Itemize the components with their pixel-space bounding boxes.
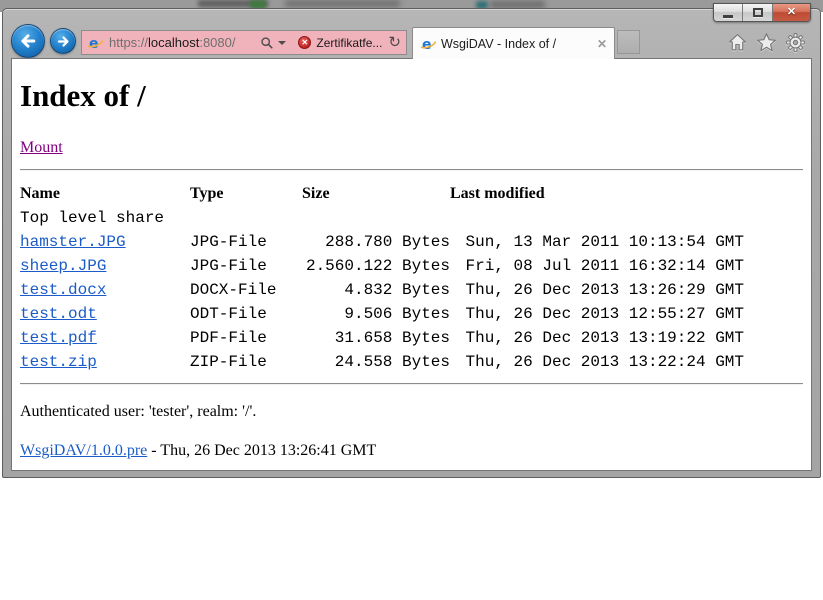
maximize-button[interactable]: [743, 4, 773, 21]
certificate-error-icon: ✕: [298, 36, 311, 49]
file-row: sheep.JPG JPG-File 2.560.122 Bytes Fri, …: [20, 254, 744, 278]
file-row: test.zip ZIP-File 24.558 Bytes Thu, 26 D…: [20, 350, 744, 374]
window-close-icon: ✕: [787, 4, 796, 21]
search-icon[interactable]: [260, 36, 274, 50]
ie-logo-icon: e: [87, 35, 103, 51]
refresh-icon[interactable]: ↻: [388, 35, 401, 50]
file-type: JPG-File: [190, 254, 302, 278]
browser-toolbar: [727, 32, 806, 53]
file-link[interactable]: sheep.JPG: [20, 257, 106, 275]
wsgidav-index-page: Index of / Mount Name Type Size Last mod…: [12, 77, 811, 460]
share-note: Top level share: [20, 206, 744, 230]
file-size: 4.832 Bytes: [302, 278, 450, 302]
file-type: JPG-File: [190, 230, 302, 254]
forward-button[interactable]: [50, 28, 76, 54]
server-timestamp: - Thu, 26 Dec 2013 13:26:41 GMT: [147, 442, 376, 459]
share-note-row: Top level share: [20, 206, 744, 230]
auth-status: Authenticated user: 'tester', realm: '/'…: [20, 402, 803, 421]
column-header-size: Size: [302, 182, 450, 206]
arrow-right-icon: [55, 33, 72, 50]
desktop-smudge: [490, 1, 545, 8]
file-modified: Thu, 26 Dec 2013 13:19:22 GMT: [450, 326, 744, 350]
minimize-button[interactable]: [714, 4, 743, 21]
file-type: DOCX-File: [190, 278, 302, 302]
url-port-path: :8080/: [199, 35, 235, 50]
file-link[interactable]: test.zip: [20, 353, 97, 371]
address-bar-actions: ✕ Zertifikatfe... ↻: [260, 35, 401, 50]
file-modified: Fri, 08 Jul 2011 16:32:14 GMT: [450, 254, 744, 278]
certificate-error-button[interactable]: ✕ Zertifikatfe...: [298, 36, 382, 50]
file-modified: Thu, 26 Dec 2013 13:22:24 GMT: [450, 350, 744, 374]
file-table-header-row: Name Type Size Last modified: [20, 182, 744, 206]
file-link[interactable]: test.pdf: [20, 329, 97, 347]
file-row: test.pdf PDF-File 31.658 Bytes Thu, 26 D…: [20, 326, 744, 350]
ie-logo-icon: e: [420, 36, 436, 52]
file-modified: Thu, 26 Dec 2013 13:26:29 GMT: [450, 278, 744, 302]
url-host: localhost: [148, 35, 199, 50]
file-link[interactable]: test.odt: [20, 305, 97, 323]
file-table-body: Top level share hamster.JPG JPG-File 288…: [20, 206, 744, 374]
search-dropdown-caret-icon[interactable]: [278, 41, 286, 45]
page-title: Index of /: [20, 77, 803, 115]
certificate-error-x: ✕: [302, 39, 309, 47]
file-row: hamster.JPG JPG-File 288.780 Bytes Sun, …: [20, 230, 744, 254]
new-tab-button[interactable]: [617, 30, 640, 54]
minimize-icon: [723, 15, 733, 18]
favorites-star-icon[interactable]: [756, 32, 777, 53]
file-table: Name Type Size Last modified Top level s…: [20, 182, 744, 374]
file-size: 288.780 Bytes: [302, 230, 450, 254]
file-size: 9.506 Bytes: [302, 302, 450, 326]
window-controls: ✕: [713, 3, 811, 22]
home-icon[interactable]: [727, 32, 748, 53]
file-type: ODT-File: [190, 302, 302, 326]
svg-text:e: e: [422, 37, 432, 52]
svg-text:e: e: [89, 36, 99, 51]
back-button[interactable]: [11, 24, 45, 58]
browser-window: ✕ e https://localhost:8080/: [2, 8, 821, 478]
browser-tab[interactable]: e WsgiDAV - Index of / ✕: [412, 27, 615, 59]
tab-title: WsgiDAV - Index of /: [441, 37, 597, 51]
mount-link[interactable]: Mount: [20, 139, 63, 156]
tab-close-icon[interactable]: ✕: [597, 37, 607, 51]
column-header-name: Name: [20, 182, 190, 206]
file-size: 31.658 Bytes: [302, 326, 450, 350]
divider-bottom: [20, 383, 803, 385]
window-close-button[interactable]: ✕: [773, 4, 810, 21]
file-modified: Thu, 26 Dec 2013 12:55:27 GMT: [450, 302, 744, 326]
maximize-icon: [753, 8, 763, 17]
file-type: ZIP-File: [190, 350, 302, 374]
file-type: PDF-File: [190, 326, 302, 350]
file-link[interactable]: hamster.JPG: [20, 233, 126, 251]
file-row: test.docx DOCX-File 4.832 Bytes Thu, 26 …: [20, 278, 744, 302]
file-link[interactable]: test.docx: [20, 281, 106, 299]
file-size: 24.558 Bytes: [302, 350, 450, 374]
column-header-modified: Last modified: [450, 182, 744, 206]
wsgidav-version-link[interactable]: WsgiDAV/1.0.0.pre: [20, 442, 147, 459]
arrow-left-icon: [17, 30, 39, 52]
screenshot-canvas: ✕ e https://localhost:8080/: [0, 0, 823, 600]
mount-line: Mount: [20, 138, 803, 157]
browser-viewport: Index of / Mount Name Type Size Last mod…: [11, 58, 812, 471]
file-size: 2.560.122 Bytes: [302, 254, 450, 278]
address-bar[interactable]: e https://localhost:8080/ ✕ Zertifikatfe…: [81, 30, 407, 55]
url-scheme: https://: [109, 35, 148, 50]
file-row: test.odt ODT-File 9.506 Bytes Thu, 26 De…: [20, 302, 744, 326]
settings-gear-icon[interactable]: [785, 32, 806, 53]
server-signature: WsgiDAV/1.0.0.pre - Thu, 26 Dec 2013 13:…: [20, 441, 803, 460]
certificate-error-label: Zertifikatfe...: [316, 36, 382, 50]
desktop-smudge: [285, 0, 400, 7]
file-modified: Sun, 13 Mar 2011 10:13:54 GMT: [450, 230, 744, 254]
url-text[interactable]: https://localhost:8080/: [109, 35, 236, 50]
column-header-type: Type: [190, 182, 302, 206]
divider-top: [20, 169, 803, 171]
